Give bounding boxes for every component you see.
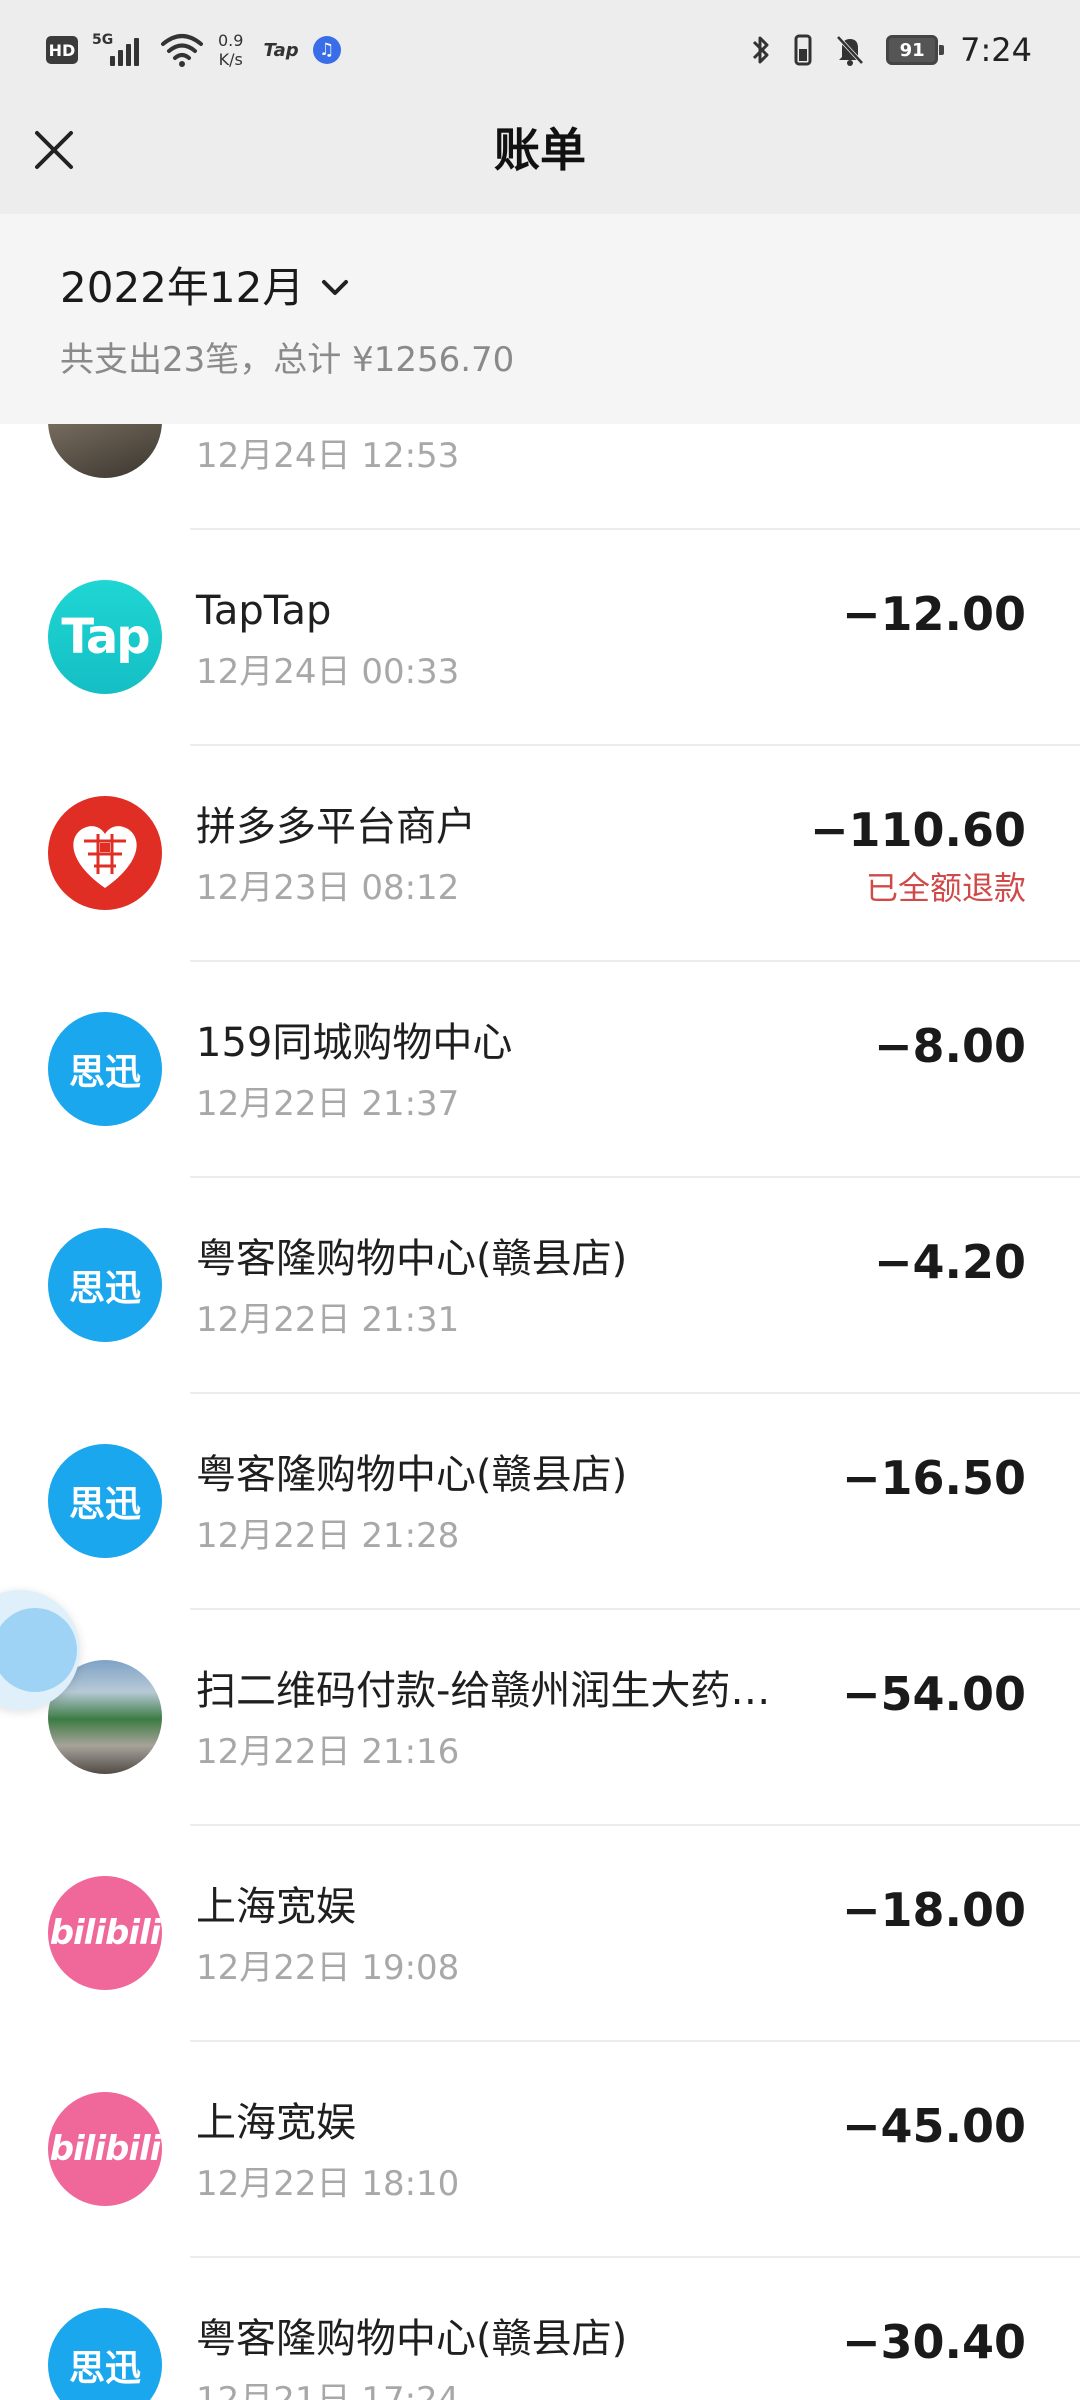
merchant-name: 上海宽娱 — [196, 2100, 356, 2146]
month-selector[interactable]: 2022年12月 — [60, 262, 352, 314]
transaction-row[interactable]: 思迅 159同城购物中心 12月22日 21:37 −8.00 — [0, 962, 1080, 1178]
taptap-notification-icon: Tap — [263, 39, 299, 61]
merchant-name: TapTap — [196, 588, 332, 634]
clock: 7:24 — [960, 31, 1032, 69]
sixun-logo-icon: 思迅 — [48, 1012, 162, 1126]
transaction-amount: −30.40 — [841, 2315, 1026, 2369]
network-speed: 0.9 K/s — [218, 31, 243, 69]
top-bar: 账单 — [0, 100, 1080, 214]
status-left: HD 5G 0.9 K/s Tap ♫ — [46, 20, 341, 80]
page-title: 账单 — [494, 123, 586, 177]
bilibili-logo-icon: bilibili — [48, 1876, 162, 1990]
muted-bell-icon — [834, 33, 866, 67]
month-label: 2022年12月 — [60, 263, 305, 312]
status-right: 91 7:24 — [734, 20, 1032, 80]
transaction-amount: −54.00 — [841, 1667, 1026, 1721]
transaction-row[interactable]: Tap TapTap 12月24日 00:33 −12.00 — [0, 530, 1080, 746]
bill-screen: HD 5G 0.9 K/s Tap ♫ 91 7:24 账单 2022年12月 … — [0, 0, 1080, 2400]
transaction-row[interactable]: bilibili 上海宽娱 12月22日 18:10 −45.00 — [0, 2042, 1080, 2258]
spending-summary: 共支出23笔，总计 ¥1256.70 — [60, 340, 515, 380]
chevron-down-icon — [322, 280, 349, 295]
music-notification-icon: ♫ — [312, 36, 341, 64]
pinduoduo-logo-icon — [48, 796, 162, 910]
transaction-row[interactable]: 12月24日 12:53 — [0, 424, 1080, 530]
hd-badge: HD — [46, 36, 78, 64]
transaction-row[interactable]: 拼多多平台商户 12月23日 08:12 −110.60 已全额退款 — [0, 746, 1080, 962]
transaction-amount: −110.60 — [809, 803, 1026, 857]
transaction-amount: −8.00 — [873, 1019, 1026, 1073]
wifi-icon — [161, 34, 203, 67]
transaction-amount: −12.00 — [841, 587, 1026, 641]
transaction-amount: −18.00 — [841, 1883, 1026, 1937]
transaction-time: 12月22日 19:08 — [196, 1948, 460, 1988]
network-speed-value: 0.9 — [218, 31, 244, 50]
transaction-amount: −16.50 — [841, 1451, 1026, 1505]
transaction-time: 12月23日 08:12 — [196, 868, 460, 908]
transaction-amount: −45.00 — [841, 2099, 1026, 2153]
bilibili-logo-icon: bilibili — [48, 2092, 162, 2206]
transaction-time: 12月22日 21:31 — [196, 1300, 460, 1340]
refund-status: 已全额退款 — [865, 869, 1026, 907]
network-speed-unit: K/s — [218, 50, 243, 69]
transaction-amount: −4.20 — [873, 1235, 1026, 1289]
bluetooth-icon — [750, 33, 772, 67]
status-bar: HD 5G 0.9 K/s Tap ♫ 91 7:24 — [0, 0, 1080, 100]
merchant-name: 扫二维码付款-给赣州润生大药… — [196, 1668, 771, 1714]
transaction-list[interactable]: 12月24日 12:53 Tap TapTap 12月24日 00:33 −12… — [0, 424, 1080, 2400]
merchant-name: 159同城购物中心 — [196, 1020, 513, 1066]
transaction-row[interactable]: 思迅 粤客隆购物中心(赣县店) 12月21日 17:24 −30.40 — [0, 2258, 1080, 2400]
transaction-row[interactable]: 思迅 粤客隆购物中心(赣县店) 12月22日 21:31 −4.20 — [0, 1178, 1080, 1394]
sixun-logo-icon: 思迅 — [48, 2308, 162, 2400]
merchant-name: 粤客隆购物中心(赣县店) — [196, 1236, 628, 1282]
transaction-time: 12月22日 21:37 — [196, 1084, 460, 1124]
battery-icon: 91 — [886, 35, 945, 65]
taptap-logo-icon: Tap — [48, 580, 162, 694]
transaction-time: 12月22日 18:10 — [196, 2164, 460, 2204]
cellular-signal-icon: 5G — [92, 30, 148, 70]
merchant-name: 拼多多平台商户 — [196, 804, 476, 850]
monthly-summary: 2022年12月 共支出23笔，总计 ¥1256.70 — [0, 214, 1080, 424]
sixun-logo-icon: 思迅 — [48, 1228, 162, 1342]
merchant-avatar-photo — [48, 424, 162, 478]
transaction-time: 12月24日 12:53 — [196, 436, 460, 476]
transaction-row[interactable]: 扫二维码付款-给赣州润生大药… 12月22日 21:16 −54.00 — [0, 1610, 1080, 1826]
floating-ball-icon — [0, 1608, 77, 1692]
transaction-time: 12月22日 21:16 — [196, 1732, 460, 1772]
merchant-name: 上海宽娱 — [196, 1884, 356, 1930]
transaction-time: 12月21日 17:24 — [196, 2380, 460, 2400]
merchant-name: 粤客隆购物中心(赣县店) — [196, 2316, 628, 2362]
transaction-time: 12月22日 21:28 — [196, 1516, 460, 1556]
merchant-name: 粤客隆购物中心(赣县店) — [196, 1452, 628, 1498]
transaction-time: 12月24日 00:33 — [196, 652, 460, 692]
transaction-row[interactable]: 思迅 粤客隆购物中心(赣县店) 12月22日 21:28 −16.50 — [0, 1394, 1080, 1610]
vibrate-icon — [788, 33, 818, 67]
sixun-logo-icon: 思迅 — [48, 1444, 162, 1558]
transaction-row[interactable]: bilibili 上海宽娱 12月22日 19:08 −18.00 — [0, 1826, 1080, 2042]
